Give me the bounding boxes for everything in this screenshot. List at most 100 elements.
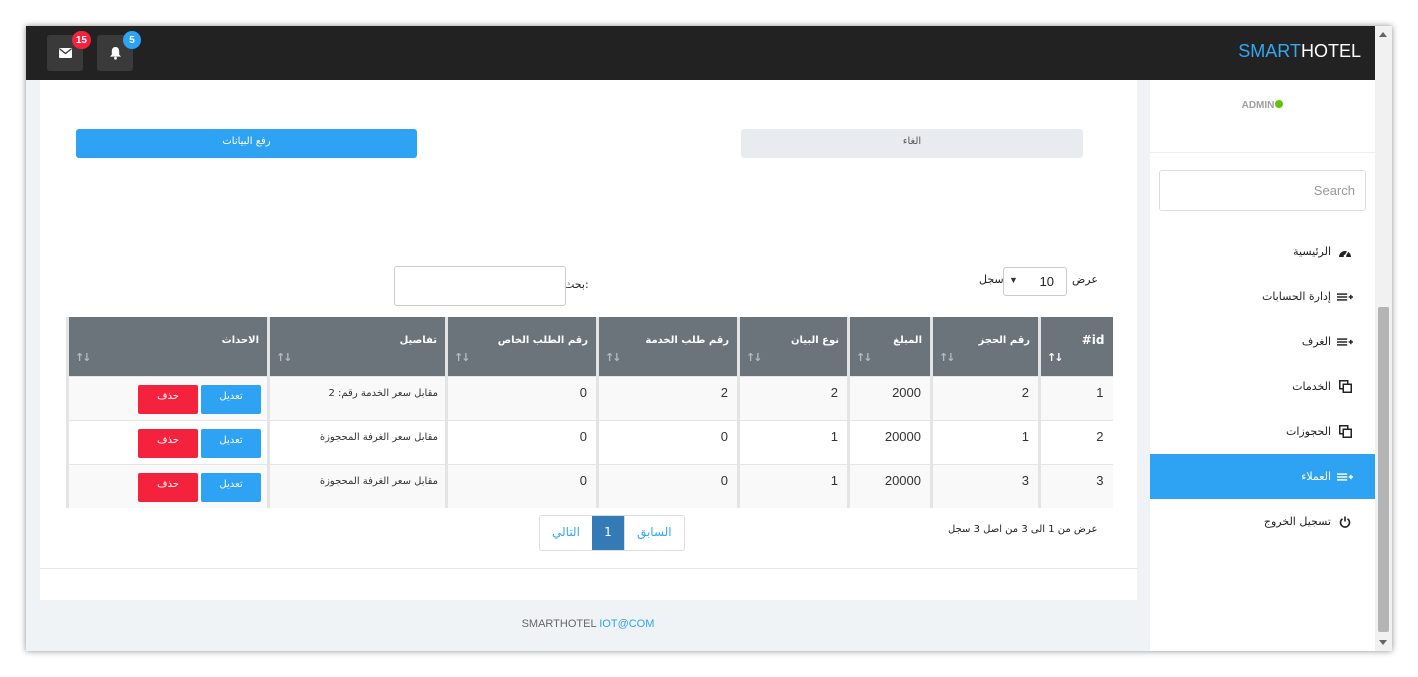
envelope-icon	[58, 48, 72, 58]
table-row: حذف تعديل مقابل سعر الغرفة المحجوزة 0 0 1…	[66, 419, 1113, 464]
panel-divider	[40, 568, 1137, 569]
header-type[interactable]: نوع البيان ↑↓	[737, 317, 849, 376]
header-label: رقم الطلب الخاص	[497, 334, 588, 346]
sort-icon: ↑↓	[276, 350, 293, 364]
table-header-row: الاحداث ↑↓ تفاصيل ↑↓ رقم الطلب الخاص ↑↓ رقم…	[66, 317, 1113, 376]
messages-count-badge: 15	[71, 31, 91, 49]
sort-icon: ↑↓	[856, 350, 873, 364]
page-scrollbar[interactable]	[1375, 26, 1392, 651]
header-label: الاحداث	[221, 334, 259, 346]
copy-icon	[1337, 380, 1353, 393]
edit-button[interactable]: تعديل	[201, 384, 261, 414]
sidebar-item-label: الخدمات	[1292, 380, 1331, 393]
sidebar-item-label: تسجيل الخروج	[1263, 515, 1331, 528]
previous-page-button[interactable]: السابق	[623, 516, 684, 550]
sidebar-menu: الرئيسية إدارة الحسابات الغرف الخدمات ال…	[1150, 229, 1375, 544]
delete-button[interactable]: حذف	[138, 384, 198, 414]
dashboard-icon	[1337, 246, 1353, 258]
copy-icon	[1337, 425, 1353, 438]
table-row: حذف تعديل مقابل سعر الغرفة المحجوزة 0 0 1…	[66, 463, 1113, 508]
cell-details: مقابل سعر الغرفة المحجوزة	[267, 463, 447, 508]
sidebar-item-label: العملاء	[1301, 470, 1331, 483]
header-service-request[interactable]: رقم طلب الخدمة ↑↓	[596, 317, 739, 376]
upload-data-button[interactable]: رفع البيانات	[76, 129, 417, 158]
footer-brand: SMARTHOTEL	[521, 618, 597, 630]
sidebar-item-bookings[interactable]: الحجوزات	[1150, 409, 1375, 454]
header-label: رقم الحجز	[978, 334, 1030, 346]
footer-link[interactable]: IOT@COM	[599, 618, 654, 630]
top-navbar: 15 5 SMARTHOTEL	[26, 26, 1375, 80]
footer: SMARTHOTEL IOT@COM	[26, 618, 1150, 630]
edit-button[interactable]: تعديل	[201, 428, 261, 458]
table-search-label: بحث:	[564, 278, 589, 291]
user-name: ADMIN	[1241, 100, 1275, 111]
cell-service-request: 0	[596, 463, 739, 508]
app-window: 15 5 SMARTHOTEL رفع البيانات الغاء عرض 1…	[26, 26, 1392, 651]
cell-booking: 3	[930, 463, 1040, 508]
page-length-select[interactable]: 10 ▼	[1003, 267, 1067, 296]
cell-id: 3	[1038, 463, 1113, 508]
header-id[interactable]: #id ↑↓	[1038, 317, 1113, 376]
online-status-icon	[1275, 100, 1284, 108]
user-status: ADMIN	[1150, 100, 1375, 111]
current-page-button[interactable]: 1	[591, 516, 624, 550]
scroll-up-arrow-icon[interactable]	[1379, 32, 1387, 37]
sort-icon: ↑↓	[605, 350, 622, 364]
select-arrow-icon: ▼	[1009, 275, 1018, 285]
header-amount[interactable]: المبلغ ↑↓	[847, 317, 932, 376]
sidebar-item-home[interactable]: الرئيسية	[1150, 229, 1375, 274]
header-details[interactable]: تفاصيل ↑↓	[267, 317, 447, 376]
sidebar-item-label: إدارة الحسابات	[1261, 290, 1331, 303]
sidebar-item-clients[interactable]: العملاء	[1150, 454, 1375, 499]
list-add-icon	[1337, 291, 1353, 303]
cancel-button[interactable]: الغاء	[741, 129, 1083, 158]
sidebar-item-services[interactable]: الخدمات	[1150, 364, 1375, 409]
delete-button[interactable]: حذف	[138, 428, 198, 458]
header-label: نوع البيان	[791, 334, 839, 346]
scroll-down-arrow-icon[interactable]	[1379, 640, 1387, 645]
bell-icon	[109, 47, 121, 60]
brand-logo[interactable]: SMARTHOTEL	[1238, 41, 1361, 62]
length-suffix-label: سجل	[979, 273, 1004, 286]
header-special-request[interactable]: رقم الطلب الخاص ↑↓	[445, 317, 598, 376]
sidebar-item-label: الرئيسية	[1293, 245, 1331, 258]
edit-button[interactable]: تعديل	[201, 472, 261, 502]
header-actions[interactable]: الاحداث ↑↓	[66, 317, 269, 376]
brand-hotel: HOTEL	[1300, 41, 1361, 61]
sidebar: ADMIN Search الرئيسية إدارة الحسابات الغ…	[1150, 80, 1375, 651]
cell-booking: 2	[930, 375, 1040, 420]
header-label: رقم طلب الخدمة	[645, 334, 729, 346]
sidebar-item-logout[interactable]: تسجيل الخروج	[1150, 499, 1375, 544]
sidebar-item-label: الحجوزات	[1285, 425, 1331, 438]
next-page-button[interactable]: التالي	[540, 516, 592, 550]
content-panel: رفع البيانات الغاء عرض 10 ▼ سجل بحث: الا…	[40, 80, 1137, 600]
table-search-input[interactable]	[394, 266, 566, 306]
sort-icon: ↑↓	[454, 350, 471, 364]
sort-icon: ↑↓	[939, 350, 956, 364]
sidebar-item-accounts[interactable]: إدارة الحسابات	[1150, 274, 1375, 319]
scrollbar-thumb[interactable]	[1378, 307, 1389, 632]
sort-icon: ↑↓	[746, 350, 763, 364]
pagination: التالي 1 السابق	[539, 515, 685, 551]
cell-id: 1	[1038, 375, 1113, 420]
header-label: المبلغ	[893, 334, 922, 346]
sidebar-item-rooms[interactable]: الغرف	[1150, 319, 1375, 364]
cell-amount: 20000	[847, 463, 932, 508]
cell-type: 2	[737, 375, 849, 420]
sort-asc-icon: ↑↓	[1047, 350, 1064, 364]
brand-smart: SMART	[1238, 41, 1301, 61]
row-actions: حذف تعديل	[66, 375, 269, 420]
delete-button[interactable]: حذف	[138, 472, 198, 502]
cell-special-request: 0	[445, 375, 598, 420]
header-booking[interactable]: رقم الحجز ↑↓	[930, 317, 1040, 376]
messages-button[interactable]: 15	[47, 31, 91, 71]
sidebar-divider	[1150, 152, 1375, 153]
header-label: #id	[1081, 333, 1105, 348]
row-actions: حذف تعديل	[66, 463, 269, 508]
sidebar-search-input[interactable]: Search	[1159, 170, 1366, 211]
cell-special-request: 0	[445, 463, 598, 508]
cell-details: مقابل سعر الغرفة المحجوزة	[267, 419, 447, 464]
cell-amount: 20000	[847, 419, 932, 464]
notifications-button[interactable]: 5	[97, 31, 141, 71]
cell-details: 2 :مقابل سعر الخدمة رقم	[267, 375, 447, 420]
